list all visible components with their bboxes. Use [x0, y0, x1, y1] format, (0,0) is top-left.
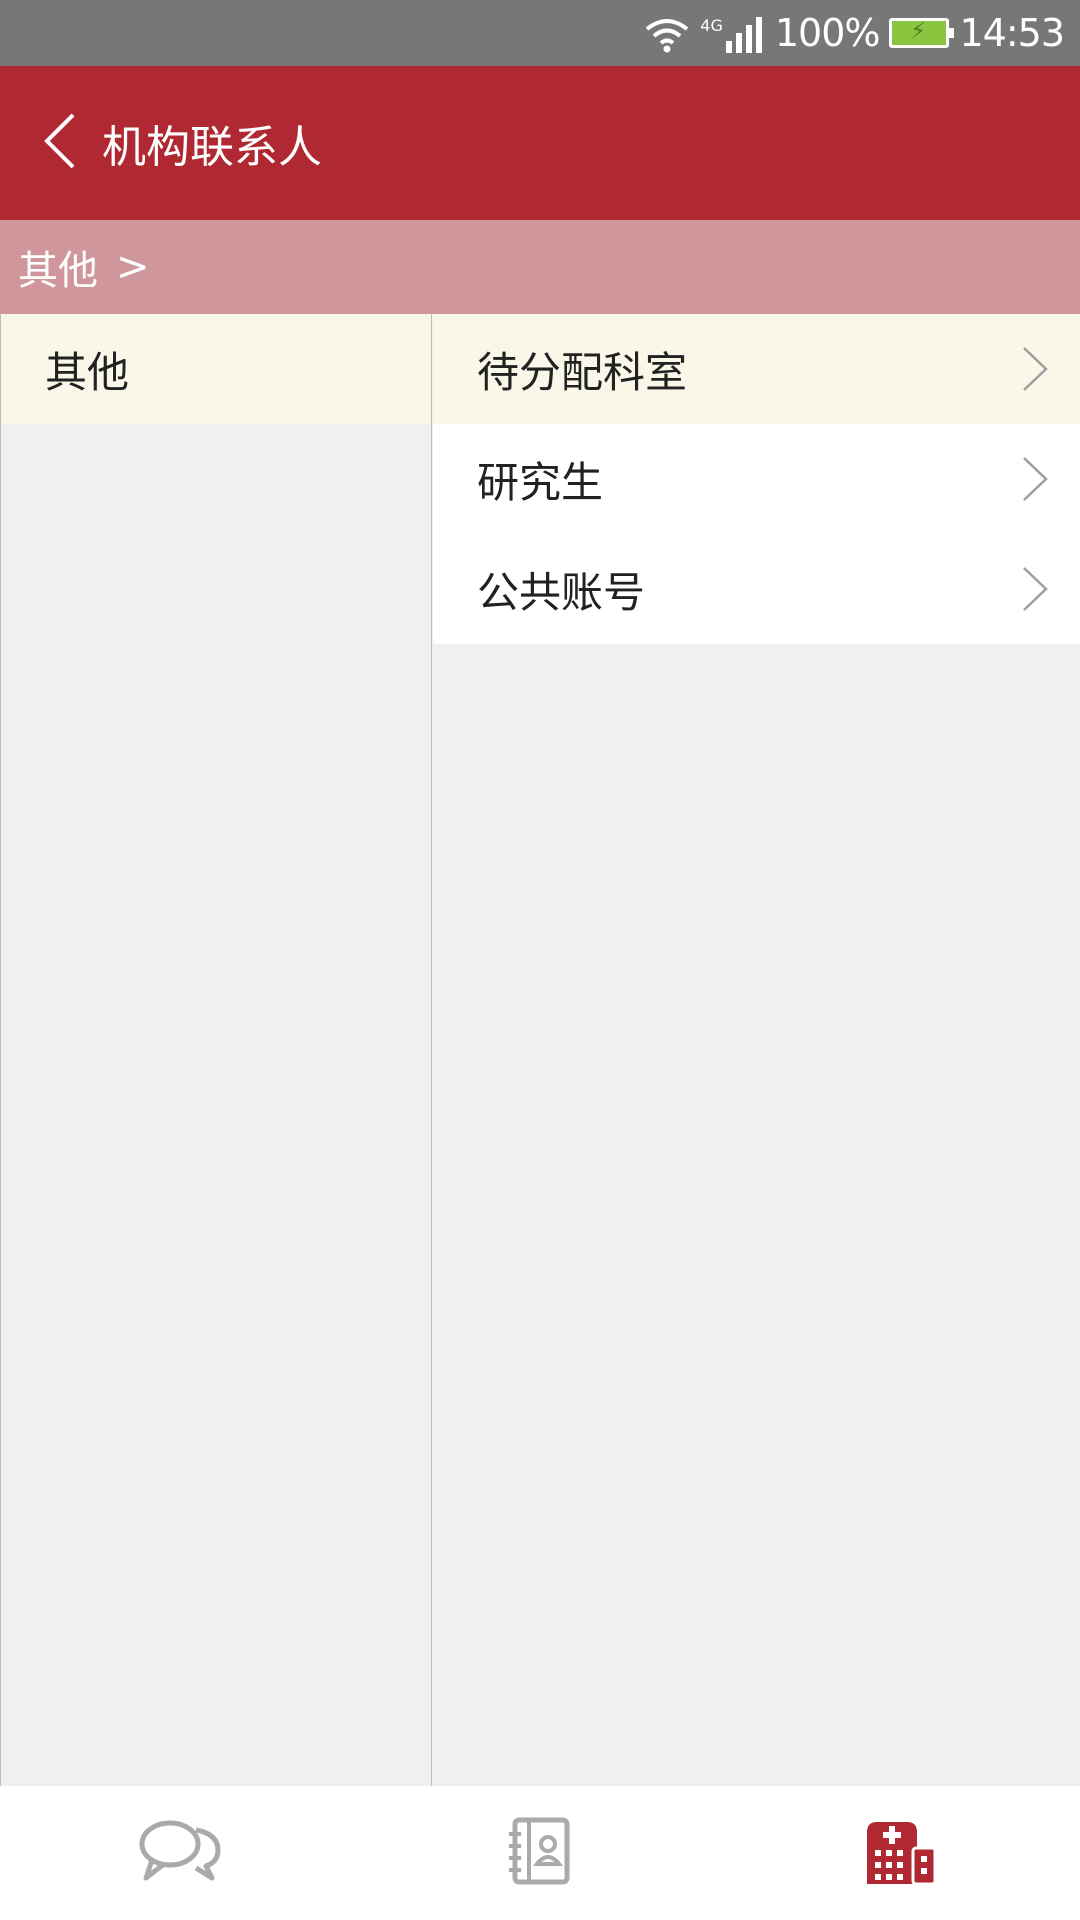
- app-bar: 机构联系人: [0, 66, 1080, 220]
- list-item-label: 待分配科室: [477, 347, 688, 397]
- signal-icon: 4G: [700, 13, 765, 53]
- tab-contacts[interactable]: [360, 1786, 720, 1920]
- battery-charging-icon: ⚡: [889, 18, 955, 48]
- chevron-left-icon: [43, 111, 77, 175]
- tab-institution[interactable]: [720, 1786, 1080, 1920]
- breadcrumb-item[interactable]: 其他: [18, 238, 98, 296]
- list-item[interactable]: 研究生: [433, 424, 1080, 534]
- category-list: 其他: [0, 314, 432, 1786]
- tab-messages[interactable]: [0, 1786, 360, 1920]
- list-item-label: 研究生: [477, 457, 604, 507]
- status-bar: 4G 100% ⚡ 14:53: [0, 0, 1080, 66]
- chat-bubbles-icon: [138, 1818, 222, 1888]
- network-type: 4G: [700, 16, 723, 35]
- status-time: 14:53: [959, 11, 1065, 55]
- breadcrumb-separator: >: [116, 244, 150, 290]
- page-title: 机构联系人: [102, 122, 322, 173]
- department-list: 待分配科室 研究生 公共账号: [433, 314, 1080, 1786]
- breadcrumb: 其他 >: [0, 220, 1080, 314]
- list-item[interactable]: 待分配科室: [433, 314, 1080, 424]
- contacts-book-icon: [505, 1816, 575, 1890]
- category-item-label: 其他: [45, 347, 130, 397]
- wifi-icon: [644, 13, 690, 53]
- category-item-other[interactable]: 其他: [1, 314, 431, 424]
- back-button[interactable]: [20, 93, 100, 193]
- hospital-icon: [863, 1818, 937, 1888]
- chevron-right-icon: [1020, 456, 1050, 502]
- list-item-label: 公共账号: [477, 567, 646, 617]
- chevron-right-icon: [1020, 566, 1050, 612]
- chevron-right-icon: [1020, 346, 1050, 392]
- bottom-tab-bar: [0, 1786, 1080, 1920]
- list-item[interactable]: 公共账号: [433, 534, 1080, 644]
- battery-percent: 100%: [774, 11, 881, 55]
